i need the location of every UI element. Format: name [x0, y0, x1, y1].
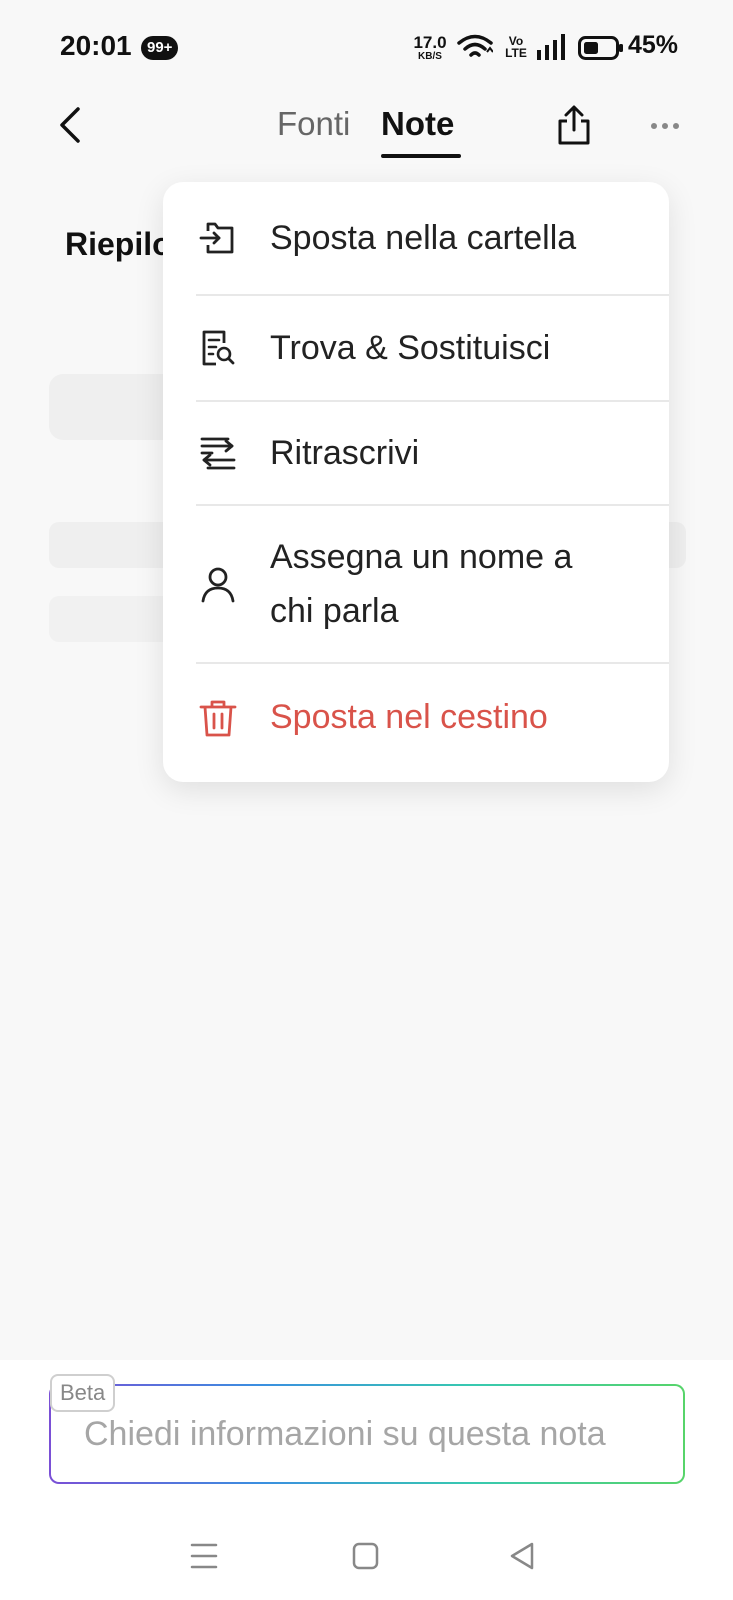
network-speed: 17.0 KB/S — [412, 34, 448, 62]
nav-home-button[interactable] — [345, 1536, 385, 1576]
section-title: Riepilo — [65, 226, 172, 262]
network-speed-unit: KB/S — [418, 51, 442, 62]
more-horizontal-icon — [651, 123, 679, 129]
find-replace-icon — [202, 330, 235, 366]
menu-item-move-to-folder[interactable]: Sposta nella cartella — [163, 182, 669, 294]
move-to-folder-icon — [199, 222, 234, 254]
volte-indicator: Vo LTE — [503, 35, 529, 59]
person-icon — [201, 567, 235, 603]
notification-count-badge: 99+ — [141, 36, 179, 60]
menu-item-retranscribe[interactable]: Ritrascrivi — [163, 402, 669, 504]
clock: 20:01 — [60, 30, 132, 61]
menu-item-move-to-trash[interactable]: Sposta nel cestino — [163, 664, 669, 782]
menu-item-name-speakers[interactable]: Assegna un nome a chi parla — [163, 506, 669, 662]
tab-fonti[interactable]: Fonti — [277, 104, 350, 144]
back-button[interactable] — [50, 102, 90, 148]
tab-note[interactable]: Note — [381, 104, 454, 144]
menu-item-label: Sposta nel cestino — [270, 698, 548, 736]
home-square-icon — [352, 1542, 379, 1570]
status-bar: 20:01 99+ 17.0 KB/S Vo LTE 45% — [0, 0, 733, 90]
menu-item-find-replace[interactable]: Trova & Sostituisci — [163, 296, 669, 400]
menu-lines-icon — [190, 1543, 218, 1569]
ask-note-input[interactable]: Chiedi informazioni su questa nota — [84, 1412, 606, 1456]
menu-item-label: Ritrascrivi — [270, 434, 420, 472]
menu-item-label: Sposta nella cartella — [270, 219, 577, 257]
battery-icon — [578, 36, 623, 60]
chevron-left-icon — [60, 107, 80, 143]
share-icon — [558, 105, 590, 145]
trash-icon — [199, 700, 237, 737]
cell-signal-icon — [537, 34, 565, 60]
volte-bottom-text: LTE — [505, 46, 527, 60]
nav-back-button[interactable] — [504, 1536, 544, 1576]
wifi-icon — [457, 34, 493, 57]
share-button[interactable] — [555, 104, 593, 146]
back-triangle-icon — [510, 1542, 534, 1570]
nav-menu-button[interactable] — [184, 1536, 224, 1576]
battery-percent: 45% — [628, 31, 679, 59]
retranscribe-icon — [200, 437, 236, 470]
active-tab-indicator — [381, 154, 461, 158]
network-speed-value: 17.0 — [413, 33, 447, 52]
more-options-button[interactable] — [648, 112, 682, 140]
menu-item-label: Trova & Sostituisci — [270, 329, 551, 367]
options-menu: Sposta nella cartella Trova & Sostituisc… — [163, 182, 669, 782]
menu-item-label: Assegna un nome a chi parla — [270, 538, 573, 630]
beta-badge: Beta — [50, 1374, 116, 1412]
